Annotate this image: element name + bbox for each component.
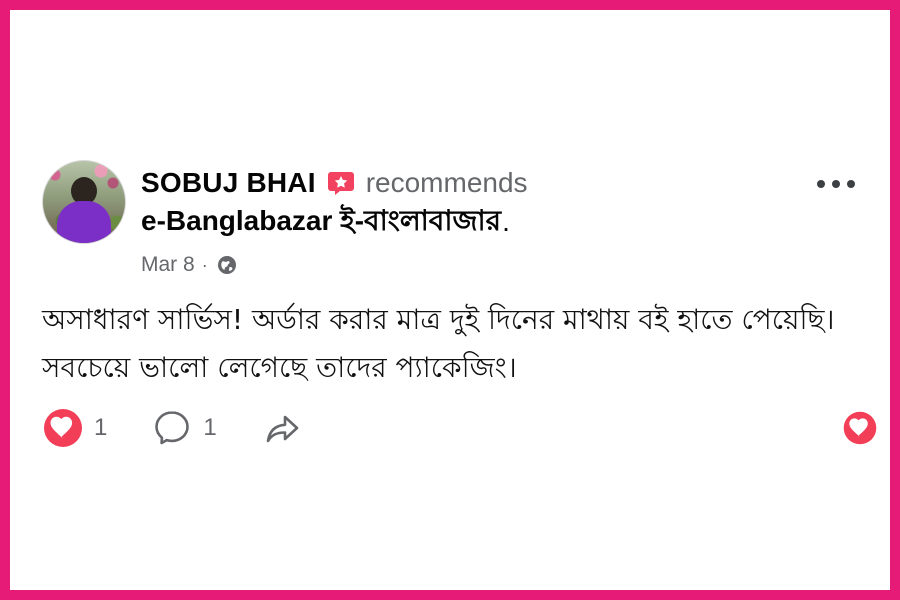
share-button[interactable] [261, 407, 303, 449]
page-name-period: . [502, 206, 510, 237]
page-line: e-Banglabazar ই-বাংলাবাজার . [141, 204, 510, 240]
recommendation-badge-icon [326, 168, 356, 198]
share-icon [266, 415, 299, 443]
post-meta: Mar 8 · [141, 251, 239, 279]
more-options-icon [817, 180, 855, 188]
post-actions: 1 1 [42, 402, 878, 454]
comment-icon [155, 411, 190, 445]
comment-button[interactable]: 1 [151, 407, 217, 449]
author-name[interactable]: SOBUJ BHAI [141, 167, 316, 199]
meta-separator: · [201, 254, 208, 275]
avatar-body [57, 201, 111, 243]
heart-icon [44, 409, 82, 447]
globe-icon [215, 253, 239, 277]
heart-icon [843, 411, 877, 445]
avatar[interactable] [42, 160, 126, 244]
recommendation-card: SOBUJ BHAI recommends e-Banglabazar ই-বা… [10, 10, 890, 590]
recommendation-label: recommends [365, 167, 528, 198]
reaction-button[interactable]: 1 [42, 407, 107, 449]
page-name-link[interactable]: e-Banglabazar ই-বাংলাবাজার [141, 199, 501, 246]
comment-count: 1 [203, 414, 217, 441]
author-line: SOBUJ BHAI recommends [141, 165, 528, 201]
post-text: অসাধারণ সার্ভিস! অর্ডার করার মাত্র দুই দ… [42, 303, 835, 384]
more-options-button[interactable] [810, 164, 862, 204]
post-date-link[interactable]: Mar 8 [141, 253, 195, 277]
reaction-count: 1 [94, 414, 108, 441]
like-button[interactable] [842, 410, 878, 446]
